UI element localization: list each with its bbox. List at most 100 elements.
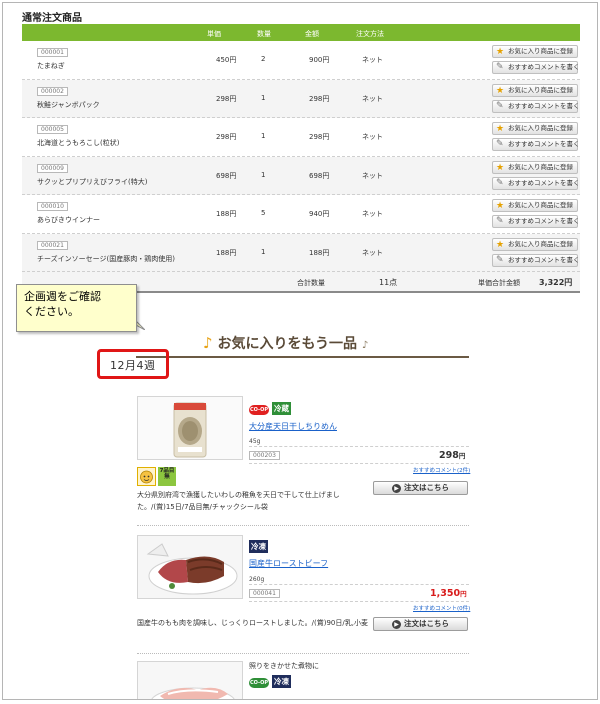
total-amount-value: 3,322円 (539, 278, 573, 287)
add-favorite-button[interactable]: ★ お気に入り商品に登録 (492, 45, 578, 58)
write-recommend-button[interactable]: ✎ おすすめコメントを書く (492, 176, 580, 190)
amount: 188円 (309, 248, 330, 257)
product-image-chirimen[interactable] (137, 396, 243, 460)
pork-slices-image (138, 662, 242, 699)
callout-box: 企画週をご確認 ください。 (16, 284, 137, 332)
price-unit: 円 (458, 452, 466, 460)
add-favorite-button[interactable]: ★ お気に入り商品に登録 (492, 237, 578, 251)
quantity: 5 (261, 209, 266, 217)
header-method: 注文方法 (356, 30, 384, 38)
star-icon: ★ (496, 162, 505, 173)
product-image-roastbeef[interactable] (137, 535, 243, 599)
add-favorite-label: お気に入り商品に登録 (508, 201, 573, 209)
header-amount: 金額 (305, 30, 319, 38)
dotted-divider (249, 601, 469, 602)
total-amount-label: 単価合計金額 (478, 279, 520, 287)
add-favorite-button[interactable]: ★ お気に入り商品に登録 (492, 199, 578, 212)
add-favorite-label: お気に入り商品に登録 (508, 162, 573, 171)
quantity: 1 (261, 247, 266, 256)
pencil-icon: ✎ (496, 216, 504, 226)
frozen-tag-label: 冷凍 (272, 675, 291, 688)
unit-price: 450円 (216, 56, 237, 64)
product-code: 000005 (37, 125, 68, 134)
recommend-comments-link[interactable]: おすすめコメント(0件) (413, 604, 470, 612)
order-method: ネット (362, 56, 383, 64)
amount: 698円 (309, 171, 330, 180)
write-recommend-button[interactable]: ✎ おすすめコメントを書く (492, 253, 580, 267)
product-card: CO-OP 冷蔵 大分産天日干しちりめん 45g 000203 298円 おすす… (137, 396, 470, 526)
badge-sub: 無 (164, 474, 170, 480)
star-icon: ★ (496, 124, 505, 134)
dotted-divider (249, 584, 469, 585)
product-image-pork[interactable] (137, 661, 243, 699)
recommend-section-title: ♪ お気に入りをもう一品 ♪ (203, 333, 368, 353)
arrow-right-icon: ▶ (392, 483, 401, 493)
write-recommend-label: おすすめコメントを書く (508, 140, 580, 148)
total-qty-value: 11点 (379, 278, 398, 287)
star-icon: ★ (496, 201, 505, 211)
table-row: 000021 チーズインソーセージ(国産豚肉・鶏肉使用) 188円 1 188円… (22, 233, 580, 272)
chilled-tag-label: 冷蔵 (272, 402, 291, 415)
product-code: 000001 (37, 48, 68, 57)
product-name: 秋鮭ジャンボパック (37, 100, 100, 109)
order-button[interactable]: ▶ 注文はこちら (373, 617, 468, 631)
frozen-tag: 冷凍 (249, 540, 268, 553)
recommend-title-text: お気に入りをもう一品 (217, 336, 358, 352)
amount: 940円 (309, 210, 330, 218)
product-price: 1,350円 (430, 588, 467, 599)
table-row: 000002 秋鮭ジャンボパック 298円 1 298円 ネット ★ お気に入り商… (22, 79, 580, 118)
product-name: チーズインソーセージ(国産豚肉・鶏肉使用) (37, 254, 175, 263)
roast-beef-image (138, 536, 242, 598)
order-method: ネット (362, 133, 383, 141)
price-value: 1,350 (430, 588, 461, 599)
order-method: ネット (362, 210, 383, 218)
write-recommend-button[interactable]: ✎ おすすめコメントを書く (492, 99, 580, 113)
add-favorite-button[interactable]: ★ お気に入り商品に登録 (492, 83, 578, 97)
quantity: 1 (261, 170, 266, 179)
coop-logo: CO-OP (249, 678, 269, 688)
star-icon: ★ (496, 47, 505, 57)
page-frame: 通常注文商品 単価 数量 金額 注文方法 000001 たまねぎ 450円 2 … (2, 2, 598, 700)
product-separator (137, 525, 469, 526)
write-recommend-label: おすすめコメントを書く (508, 178, 580, 187)
product-link[interactable]: 国産牛ローストビーフ (249, 558, 328, 569)
star-icon: ★ (496, 85, 505, 96)
pencil-icon: ✎ (496, 100, 504, 111)
unit-price: 298円 (216, 133, 237, 141)
product-description: 国産牛のもも肉を調味し、じっくりローストしました。/(賞)90日/乳,小麦 (137, 619, 368, 627)
write-recommend-label: おすすめコメントを書く (508, 217, 580, 225)
quantity: 1 (261, 93, 266, 102)
frozen-tag-label: 冷凍 (249, 540, 268, 553)
allergen-badge-icon (137, 467, 156, 486)
recommend-comments-link[interactable]: おすすめコメント(2件) (413, 466, 470, 474)
write-recommend-label: おすすめコメントを書く (508, 255, 580, 264)
add-favorite-button[interactable]: ★ お気に入り商品に登録 (492, 122, 578, 135)
amount: 900円 (309, 56, 330, 64)
product-description: 大分県別府湾で漁獲したいわしの稚魚を天日で干して仕上げました。/(賞)15日/7… (137, 491, 340, 511)
write-recommend-label: おすすめコメントを書く (508, 63, 580, 71)
product-code: 000009 (37, 163, 68, 173)
quantity: 2 (261, 55, 266, 63)
unit-price: 188円 (216, 210, 237, 218)
add-favorite-label: お気に入り商品に登録 (508, 124, 573, 132)
unit-price: 188円 (216, 248, 237, 257)
write-recommend-button[interactable]: ✎ おすすめコメントを書く (492, 215, 580, 228)
product-name: たまねぎ (37, 62, 65, 70)
week-label: 12月4週 (110, 359, 156, 372)
order-method: ネット (362, 171, 383, 180)
product-code: 000010 (37, 202, 68, 211)
write-recommend-button[interactable]: ✎ おすすめコメントを書く (492, 138, 580, 151)
table-row: 000005 北海道とうもろこし(粒状) 298円 1 298円 ネット ★ お気… (22, 118, 580, 157)
product-weight: 45g (249, 438, 261, 445)
write-recommend-button[interactable]: ✎ おすすめコメントを書く (492, 61, 580, 74)
order-section-title: 通常注文商品 (22, 13, 82, 24)
music-note-icon: ♪ (203, 334, 213, 352)
total-qty-label: 合計数量 (297, 279, 325, 287)
order-button[interactable]: ▶ 注文はこちら (373, 481, 468, 495)
add-favorite-label: お気に入り商品に登録 (508, 85, 573, 94)
amount: 298円 (309, 133, 330, 141)
order-button-label: 注文はこちら (404, 483, 449, 492)
product-link[interactable]: 大分産天日干しちりめん (249, 421, 337, 432)
product-card: 照りをきかせた煮物に CO-OP 冷凍 (137, 661, 469, 699)
add-favorite-button[interactable]: ★ お気に入り商品に登録 (492, 160, 578, 174)
